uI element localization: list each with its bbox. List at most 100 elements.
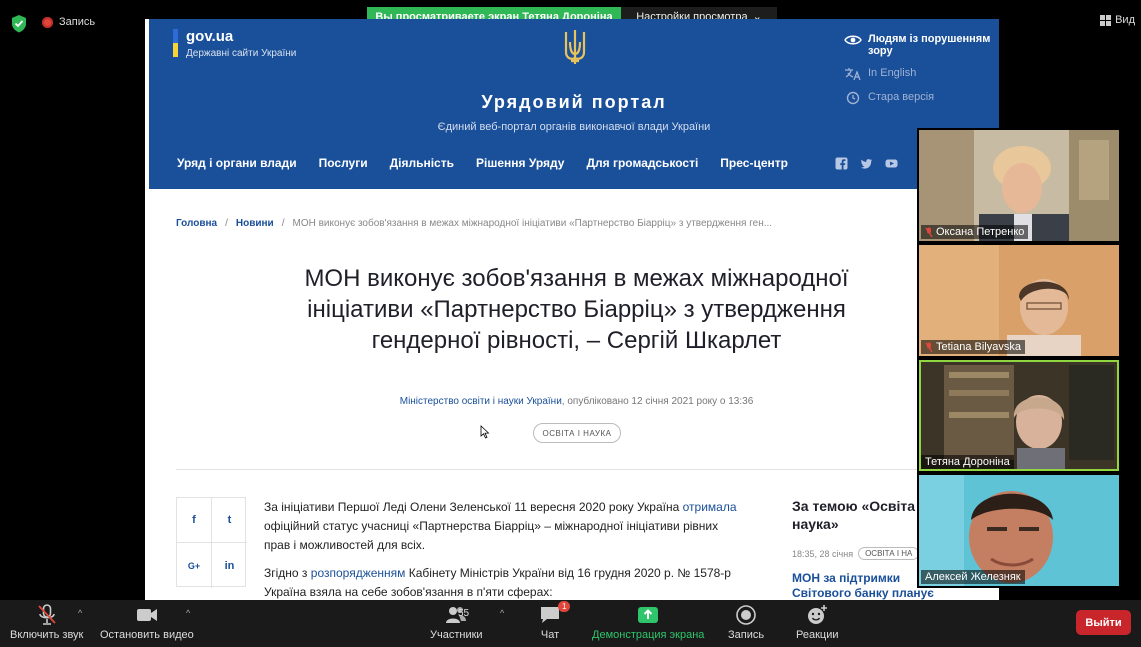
nav-decisions[interactable]: Рішення Уряду (476, 156, 564, 170)
divider (176, 469, 946, 470)
unmute-label: Включить звук (10, 629, 84, 641)
record-label: Запись (728, 629, 765, 641)
social-links (835, 157, 898, 170)
breadcrumb-separator: / (281, 218, 285, 229)
english-link[interactable]: In English (844, 67, 999, 81)
ukraine-flag-icon (173, 29, 178, 57)
paragraph: Згідно з розпорядженням Кабінету Міністр… (264, 564, 744, 600)
participant-name: Тетяна Дороніна (925, 456, 1010, 468)
breadcrumb-separator: / (225, 218, 228, 229)
leave-meeting-button[interactable]: Выйти (1076, 610, 1131, 635)
mic-muted-icon (925, 227, 933, 237)
mic-muted-icon (38, 604, 56, 625)
participant-name: Алексей Железняк (925, 571, 1021, 583)
topic-tag[interactable]: ОСВІТА І НАУКА (533, 423, 621, 443)
participant-tile[interactable]: Оксана Петренко (919, 130, 1119, 241)
unmute-button[interactable]: Включить звук (10, 604, 83, 641)
reactions-button[interactable]: Реакции (796, 604, 839, 641)
breadcrumb-news[interactable]: Новини (236, 218, 274, 229)
record-dot-icon (42, 16, 53, 28)
breadcrumb-current: МОН виконує зобов'язання в межах міжнаро… (292, 218, 773, 229)
youtube-icon[interactable] (885, 157, 898, 170)
translate-icon (845, 68, 861, 81)
view-button-label: Вид (1115, 14, 1135, 26)
mic-muted-icon (925, 342, 933, 352)
related-title: За темою «Освіта і наука» (792, 498, 923, 532)
trident-icon[interactable] (563, 28, 587, 66)
related-tag[interactable]: ОСВІТА І НА (858, 547, 920, 560)
smiley-icon (808, 605, 828, 624)
stop-video-label: Остановить видео (100, 629, 194, 641)
old-version-link[interactable]: Стара версія (844, 91, 999, 105)
nav-press[interactable]: Прес-центр (720, 156, 788, 170)
nav-government[interactable]: Уряд і органи влади (177, 156, 297, 170)
share-screen-icon (638, 607, 659, 623)
text: За ініціативи Першої Леді Олени Зеленськ… (264, 500, 683, 514)
portal-subtitle: Єдиний веб-портал органів виконавчої вла… (437, 121, 711, 133)
video-options-caret-icon[interactable]: ^ (186, 608, 190, 618)
participants-options-caret-icon[interactable]: ^ (500, 608, 504, 618)
nav-public[interactable]: Для громадськості (586, 156, 698, 170)
share-linkedin-button[interactable]: in (212, 543, 247, 588)
participant-tile[interactable]: Алексей Железняк (919, 475, 1119, 586)
participant-tile[interactable]: Tetiana Bilyavska (919, 245, 1119, 356)
shared-screen: gov.ua Державні сайти України Урядовий п… (145, 19, 999, 600)
received-link[interactable]: отримала (683, 500, 737, 514)
site-header: gov.ua Державні сайти України Урядовий п… (149, 19, 999, 189)
nav-services[interactable]: Послуги (319, 156, 368, 170)
breadcrumb-home[interactable]: Головна (176, 218, 217, 229)
share-screen-button[interactable]: Демонстрация экрана (592, 604, 704, 641)
participants-label: Участники (430, 629, 483, 641)
main-nav: Уряд і органи влади Послуги Діяльність Р… (177, 156, 788, 170)
camera-icon (136, 609, 157, 621)
participant-tile-active-speaker[interactable]: Тетяна Дороніна (919, 360, 1119, 471)
share-google-button[interactable]: G+ (177, 543, 212, 588)
zoom-top-bar: Запись Вы просматриваете экран Тетяна До… (0, 0, 1141, 33)
chat-label: Чат (540, 629, 560, 641)
paragraph: За ініціативи Першої Леді Олени Зеленськ… (264, 498, 744, 555)
text: Згідно з (264, 566, 311, 580)
text: офіційний статус учасниці «Партнерства Б… (264, 519, 719, 552)
participant-name-tag: Tetiana Bilyavska (921, 340, 1025, 354)
related-date: 18:35, 28 січня (792, 548, 854, 559)
decree-link[interactable]: розпорядженням (311, 566, 406, 580)
recording-indicator[interactable]: Запись (42, 16, 95, 28)
participant-gallery: Оксана Петренко Tetiana Bilyavska Тетяна… (917, 128, 1121, 588)
article-body: За ініціативи Першої Леді Олени Зеленськ… (264, 498, 744, 600)
audio-options-caret-icon[interactable]: ^ (78, 608, 82, 618)
chat-button[interactable]: 1 Чат (538, 601, 571, 641)
history-icon (846, 91, 860, 105)
participant-name-tag: Тетяна Дороніна (921, 455, 1014, 469)
low-vision-label: Людям із порушенням зору (868, 33, 991, 57)
chat-badge: 1 (558, 601, 571, 612)
shield-icon[interactable] (10, 14, 28, 34)
share-facebook-button[interactable]: f (177, 498, 212, 543)
reactions-label: Реакции (796, 629, 839, 641)
meeting-toolbar: Включить звук ^ Остановить видео ^ 55 Уч… (0, 600, 1141, 647)
related-meta: 18:35, 28 січня ОСВІТА І НА (792, 547, 920, 560)
twitter-icon[interactable] (860, 157, 873, 170)
breadcrumb: Головна / Новини / МОН виконує зобов'яза… (176, 218, 772, 229)
share-twitter-button[interactable]: t (212, 498, 247, 543)
eye-icon (844, 35, 862, 45)
low-vision-link[interactable]: Людям із порушенням зору (844, 33, 999, 57)
participant-name: Оксана Петренко (936, 226, 1025, 238)
ministry-link[interactable]: Міністерство освіти і науки України (400, 396, 562, 407)
record-icon (736, 605, 756, 625)
grid-icon (1100, 14, 1112, 26)
participant-name-tag: Алексей Железняк (921, 570, 1025, 584)
participant-name: Tetiana Bilyavska (936, 341, 1021, 353)
zoom-window: Запись Вы просматриваете экран Тетяна До… (0, 0, 1141, 647)
old-version-label: Стара версія (868, 91, 935, 103)
participants-button[interactable]: 55 Участники (430, 604, 483, 641)
participants-count: 55 (458, 608, 470, 619)
record-button[interactable]: Запись (728, 604, 764, 641)
published-date: , опубліковано 12 січня 2021 року о 13:3… (561, 396, 754, 407)
english-label: In English (868, 67, 917, 79)
nav-activity[interactable]: Діяльність (390, 156, 454, 170)
share-screen-label: Демонстрация экрана (592, 629, 705, 641)
view-button[interactable]: Вид (1100, 14, 1135, 26)
stop-video-button[interactable]: Остановить видео (100, 604, 194, 641)
facebook-icon[interactable] (835, 157, 848, 170)
accessibility-links: Людям із порушенням зору In English Стар… (844, 33, 999, 115)
